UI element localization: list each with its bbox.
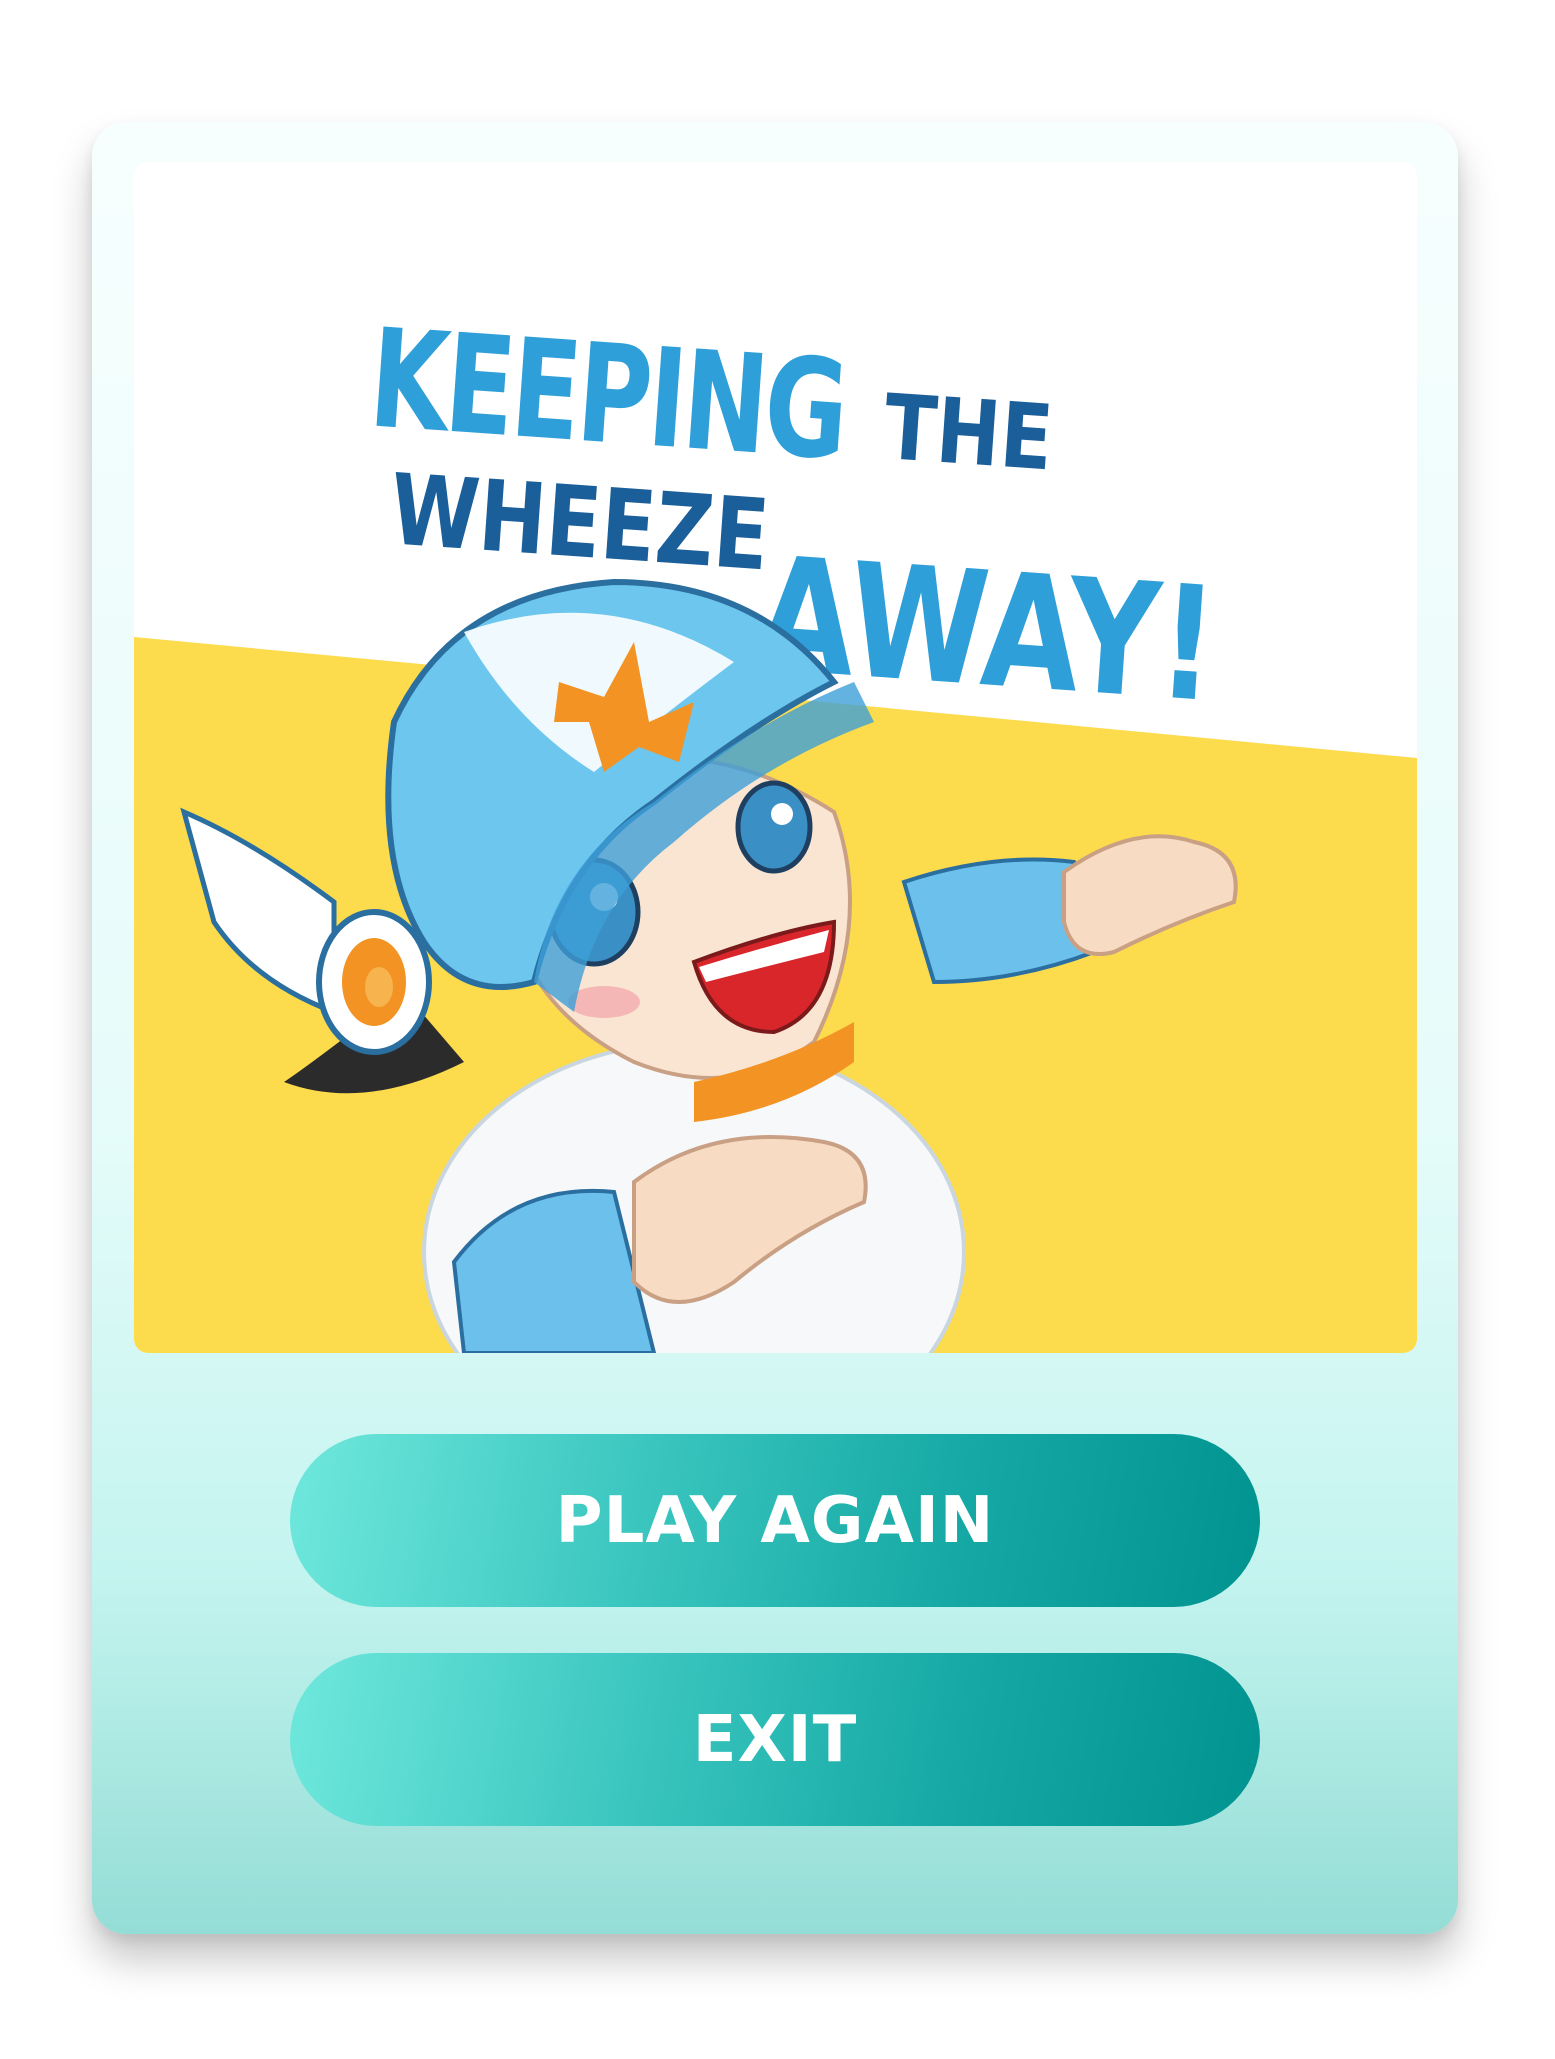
exit-label: EXIT [692, 1702, 858, 1777]
title-artwork: KEEPING THE WHEEZE AWAY! [134, 162, 1417, 1353]
end-screen-card: KEEPING THE WHEEZE AWAY! PLAY AGAIN EXIT [92, 122, 1458, 1934]
play-again-button[interactable]: PLAY AGAIN [290, 1434, 1260, 1607]
exit-button[interactable]: EXIT [290, 1653, 1260, 1826]
title-the: THE [881, 374, 1056, 491]
play-again-label: PLAY AGAIN [555, 1483, 995, 1558]
